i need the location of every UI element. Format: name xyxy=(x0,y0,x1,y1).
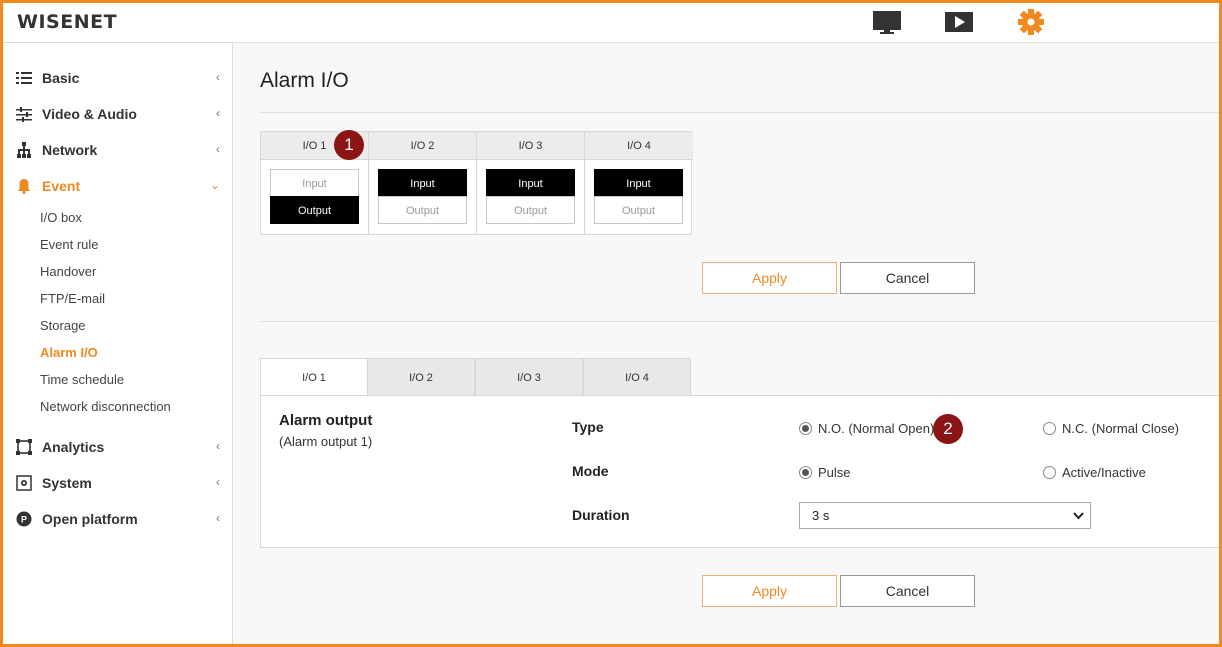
sidebar-item-label: Video & Audio xyxy=(42,106,137,122)
svg-text:P: P xyxy=(21,515,27,525)
sidebar-item-label: Event xyxy=(42,178,81,194)
cancel-button-2[interactable]: Cancel xyxy=(840,575,975,607)
duration-select[interactable]: 3 s xyxy=(799,502,1091,529)
io-column: I/O 4 Input Output xyxy=(585,132,693,234)
radio-checked-icon xyxy=(799,466,812,479)
divider xyxy=(260,321,1219,322)
settings-gear-icon[interactable] xyxy=(1016,9,1046,35)
duration-value: 3 s xyxy=(812,508,830,523)
cancel-button[interactable]: Cancel xyxy=(840,262,975,294)
frame-icon xyxy=(16,439,32,455)
io-column-header: I/O 3 xyxy=(477,132,584,160)
tab-io4[interactable]: I/O 4 xyxy=(583,358,691,396)
section-title: Alarm output xyxy=(279,412,373,429)
sidebar-item-video-audio[interactable]: Video & Audio ‹ xyxy=(3,99,232,129)
sidebar-subitem-ftp-email[interactable]: FTP/E-mail xyxy=(40,291,105,306)
radio-unchecked-icon xyxy=(1043,422,1056,435)
io3-input-toggle[interactable]: Input xyxy=(486,169,575,197)
sidebar-subitem-alarm-io[interactable]: Alarm I/O xyxy=(40,345,98,360)
chevron-left-icon: ‹ xyxy=(216,142,220,156)
wisenet-logo: WISENET xyxy=(17,11,118,33)
section-subtitle: (Alarm output 1) xyxy=(279,434,373,449)
radio-checked-icon xyxy=(799,422,812,435)
sidebar-item-network[interactable]: Network ‹ xyxy=(3,135,232,165)
io-column: I/O 2 Input Output xyxy=(369,132,477,234)
sidebar-subitem-io-box[interactable]: I/O box xyxy=(40,210,82,225)
sidebar: Basic ‹ Video & Audio ‹ Network ‹ Event … xyxy=(3,43,233,644)
type-normal-close-radio[interactable]: N.C. (Normal Close) xyxy=(1043,421,1179,436)
io1-input-toggle[interactable]: Input xyxy=(270,169,359,197)
playback-icon[interactable] xyxy=(944,9,974,35)
divider xyxy=(260,112,1219,113)
mode-pulse-radio[interactable]: Pulse xyxy=(799,465,851,480)
chevron-left-icon: ‹ xyxy=(216,511,220,525)
radio-unchecked-icon xyxy=(1043,466,1056,479)
sidebar-subitem-event-rule[interactable]: Event rule xyxy=(40,237,99,252)
io-column: I/O 3 Input Output xyxy=(477,132,585,234)
sidebar-item-event[interactable]: Event ⌄ xyxy=(3,171,232,201)
main-content: Alarm I/O I/O 1 Input Output I/O 2 Input… xyxy=(233,43,1219,644)
apply-button[interactable]: Apply xyxy=(702,262,837,294)
top-header: WISENET xyxy=(3,3,1219,43)
io-column-header: I/O 2 xyxy=(369,132,476,160)
type-label: Type xyxy=(572,419,604,435)
mode-label: Mode xyxy=(572,463,609,479)
p-circle-icon: P xyxy=(16,511,32,527)
tab-io1[interactable]: I/O 1 xyxy=(260,358,368,396)
sidebar-item-label: System xyxy=(42,475,92,491)
chevron-down-icon xyxy=(1073,503,1084,538)
radio-label: Pulse xyxy=(818,465,851,480)
chevron-left-icon: ‹ xyxy=(216,475,220,489)
sidebar-subitem-time-schedule[interactable]: Time schedule xyxy=(40,372,124,387)
tab-io2[interactable]: I/O 2 xyxy=(367,358,475,396)
list-icon xyxy=(16,70,32,86)
chevron-left-icon: ‹ xyxy=(216,106,220,120)
apply-button-2[interactable]: Apply xyxy=(702,575,837,607)
io4-input-toggle[interactable]: Input xyxy=(594,169,683,197)
bell-icon xyxy=(16,178,32,194)
sidebar-item-analytics[interactable]: Analytics ‹ xyxy=(3,432,232,462)
io-direction-grid: I/O 1 Input Output I/O 2 Input Output I/… xyxy=(260,131,693,235)
io2-input-toggle[interactable]: Input xyxy=(378,169,467,197)
sidebar-subitem-network-disconnection[interactable]: Network disconnection xyxy=(40,399,171,414)
sidebar-item-basic[interactable]: Basic ‹ xyxy=(3,63,232,93)
monitor-icon[interactable] xyxy=(872,9,902,35)
tab-io3[interactable]: I/O 3 xyxy=(475,358,583,396)
sidebar-item-label: Basic xyxy=(42,70,80,86)
radio-label: N.C. (Normal Close) xyxy=(1062,421,1180,436)
io4-output-toggle[interactable]: Output xyxy=(594,196,683,224)
chevron-down-icon: ⌄ xyxy=(209,178,220,192)
sidebar-item-label: Network xyxy=(42,142,98,158)
sidebar-item-system[interactable]: System ‹ xyxy=(3,468,232,498)
alarm-output-panel: Alarm output (Alarm output 1) Type N.O. … xyxy=(260,395,1219,548)
sliders-icon xyxy=(16,106,32,122)
chevron-left-icon: ‹ xyxy=(216,70,220,84)
sidebar-item-label: Open platform xyxy=(42,511,138,527)
sidebar-subitem-handover[interactable]: Handover xyxy=(40,264,96,279)
page-title: Alarm I/O xyxy=(260,69,349,92)
annotation-badge: 2 xyxy=(933,414,963,444)
sidebar-subitem-storage[interactable]: Storage xyxy=(40,318,86,333)
type-normal-open-radio[interactable]: N.O. (Normal Open) xyxy=(799,421,934,436)
io-tabs: I/O 1 I/O 2 I/O 3 I/O 4 xyxy=(260,358,692,396)
io-column-header: I/O 4 xyxy=(585,132,693,160)
io2-output-toggle[interactable]: Output xyxy=(378,196,467,224)
gear-box-icon xyxy=(16,475,32,491)
sidebar-item-open-platform[interactable]: P Open platform ‹ xyxy=(3,504,232,534)
io3-output-toggle[interactable]: Output xyxy=(486,196,575,224)
io1-output-toggle[interactable]: Output xyxy=(270,196,359,224)
chevron-left-icon: ‹ xyxy=(216,439,220,453)
mode-active-inactive-radio[interactable]: Active/Inactive xyxy=(1043,465,1146,480)
annotation-badge: 1 xyxy=(334,130,364,160)
sidebar-item-label: Analytics xyxy=(42,439,105,455)
duration-label: Duration xyxy=(572,507,630,523)
radio-label: Active/Inactive xyxy=(1062,465,1146,480)
network-tree-icon xyxy=(16,142,32,158)
radio-label: N.O. (Normal Open) xyxy=(818,421,935,436)
